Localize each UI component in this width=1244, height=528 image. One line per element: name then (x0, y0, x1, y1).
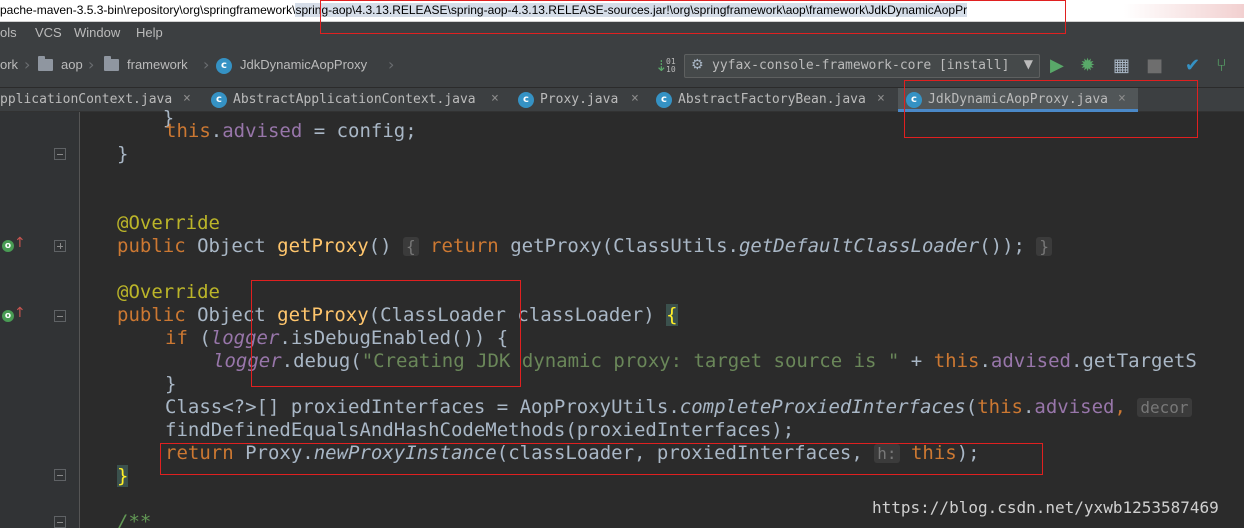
tab-abstractapplicationcontext[interactable]: c AbstractApplicationContext.java × (205, 88, 512, 112)
class-icon: c (216, 58, 232, 74)
fold-icon[interactable] (54, 310, 66, 322)
chevron-right-icon: › (88, 55, 95, 74)
highlight-box-return (160, 443, 1043, 475)
code-line: } (117, 465, 129, 487)
highlight-box-method (251, 280, 521, 387)
code-line: } (117, 143, 129, 165)
menu-vcs[interactable]: VCS (35, 25, 62, 40)
fold-icon[interactable] (54, 469, 66, 481)
stop-icon[interactable]: ■ (1146, 56, 1163, 76)
menu-tools[interactable]: ols (0, 25, 17, 40)
breadcrumb-framework[interactable]: framework (127, 57, 188, 72)
vcs-update-icon[interactable]: ✔ (1185, 56, 1200, 76)
run-icon[interactable]: ▶ (1050, 56, 1064, 76)
close-icon[interactable]: × (631, 91, 639, 106)
breadcrumb-aop[interactable]: aop (61, 57, 83, 72)
title-bar-controls (1124, 4, 1244, 18)
tab-abstractfactorybean[interactable]: c AbstractFactoryBean.java × (650, 88, 898, 112)
fold-icon[interactable] (54, 516, 66, 528)
title-path-prefix: pache-maven-3.5.3-bin\repository\org\spr… (0, 3, 296, 17)
gear-icon: ⚙ (691, 57, 704, 73)
code-line: Class<?>[] proxiedInterfaces = AopProxyU… (165, 396, 1192, 419)
run-configuration-label: yyfax-console-framework-core [install] (712, 58, 1010, 73)
chevron-right-icon: › (24, 55, 31, 74)
tab-label: AbstractApplicationContext.java (233, 92, 476, 107)
run-configuration-select[interactable]: ⚙ yyfax-console-framework-core [install]… (684, 54, 1040, 78)
highlight-box-path (320, 0, 1066, 34)
code-line: this.advised = config; (165, 120, 417, 142)
close-icon[interactable]: × (877, 91, 885, 106)
class-icon: c (518, 92, 534, 108)
tab-proxy[interactable]: c Proxy.java × (512, 88, 650, 112)
menu-window[interactable]: Window (74, 25, 120, 40)
breadcrumb-class[interactable]: JdkDynamicAopProxy (240, 57, 367, 72)
vcs-commit-icon[interactable]: ⑂ (1216, 56, 1227, 76)
class-icon: c (656, 92, 672, 108)
tab-label: pplicationContext.java (0, 92, 173, 107)
code-line: public Object getProxy() { return getPro… (117, 235, 1053, 258)
close-icon[interactable]: × (491, 91, 499, 106)
folder-icon (104, 56, 119, 71)
expand-icon[interactable] (54, 240, 66, 252)
debug-icon[interactable]: ✹ (1080, 56, 1095, 76)
chevron-down-icon: ▼ (1023, 57, 1033, 71)
watermark: https://blog.csdn.net/yxwb1253587469 (872, 498, 1219, 517)
chevron-right-icon: › (388, 55, 395, 74)
class-icon: c (211, 92, 227, 108)
breadcrumb-framework-root[interactable]: ork (0, 57, 18, 72)
tab-applicationcontext[interactable]: pplicationContext.java × (0, 88, 205, 112)
code-line: /** (117, 511, 152, 528)
tab-label: AbstractFactoryBean.java (678, 92, 866, 107)
menu-help[interactable]: Help (136, 25, 163, 40)
fold-icon[interactable] (54, 148, 66, 160)
highlight-box-tab (904, 80, 1198, 138)
code-line: } (165, 373, 177, 395)
coverage-icon[interactable]: ▦ (1113, 56, 1130, 76)
folder-icon (38, 56, 53, 71)
chevron-right-icon: › (203, 55, 210, 74)
tab-label: Proxy.java (540, 92, 619, 107)
code-line: @Override (117, 212, 220, 234)
code-content: } this.advised = config; } @Override pub… (0, 107, 1197, 528)
close-icon[interactable]: × (183, 91, 191, 106)
code-line: findDefinedEqualsAndHashCodeMethods(prox… (165, 419, 795, 441)
code-line: @Override (117, 281, 220, 303)
binary-icon: 01 10 (666, 57, 676, 74)
